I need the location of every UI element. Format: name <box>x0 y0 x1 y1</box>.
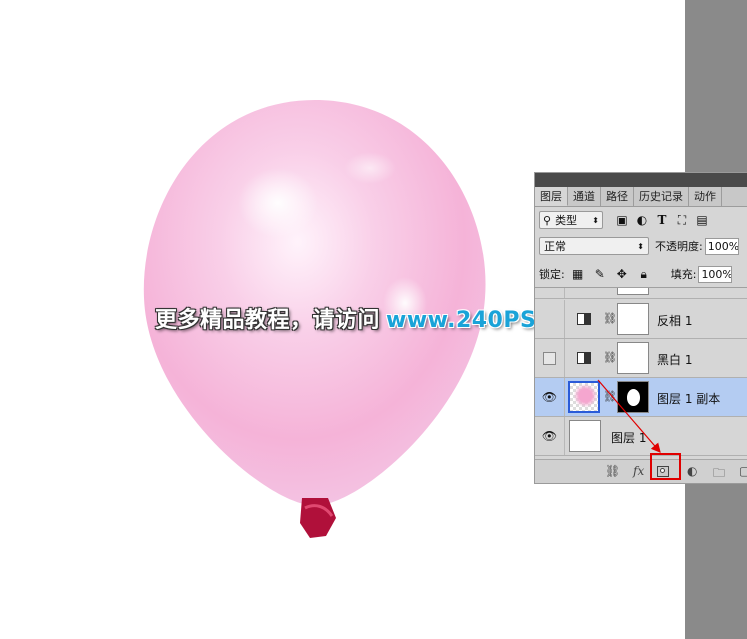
layer-row-partial[interactable] <box>535 288 747 299</box>
adjustment-filter-icon[interactable]: ◐ <box>635 213 649 227</box>
eye-icon[interactable]: 👁︎ <box>542 390 557 404</box>
adjustment-layer-icon <box>577 313 591 325</box>
link-icon[interactable]: ⛓︎ <box>603 312 617 325</box>
panel-tabs: 图层 通道 路径 历史记录 动作 <box>535 187 747 207</box>
eye-icon[interactable]: 👁︎ <box>542 429 557 443</box>
smart-object-filter-icon[interactable]: ▤ <box>695 213 709 227</box>
lock-row: 锁定: ▦ ✎ ✥ 🔒︎ 填充: 100% <box>539 263 747 285</box>
type-filter-icon[interactable]: T <box>655 213 669 227</box>
panel-title-bar[interactable] <box>535 173 747 187</box>
blend-mode-select[interactable]: 正常 ⬍ <box>539 237 649 255</box>
visibility-toggle[interactable] <box>535 300 565 338</box>
watermark-text: 更多精品教程，请访问 <box>155 308 381 333</box>
shape-filter-icon[interactable]: ⛶ <box>675 213 689 227</box>
search-icon: ⚲ <box>543 213 552 227</box>
spinner-icon: ⬍ <box>637 241 644 251</box>
lock-icons: ▦ ✎ ✥ 🔒︎ <box>571 267 651 282</box>
layer-name: 反相 1 <box>657 314 693 328</box>
layer-mask-thumbnail[interactable] <box>617 303 649 335</box>
visibility-toggle[interactable] <box>535 339 565 377</box>
opacity-label: 不透明度: <box>655 240 703 253</box>
fill-label: 填充: <box>670 268 697 281</box>
kind-filter-select[interactable]: ⚲ 类型 ⬍ <box>539 211 603 229</box>
layer-thumbnail[interactable] <box>569 420 601 452</box>
tab-paths[interactable]: 路径 <box>601 187 634 206</box>
filter-icons: ▣ ◐ T ⛶ ▤ <box>615 213 709 228</box>
fx-icon[interactable]: fx <box>633 464 644 478</box>
adjustment-layer-icon <box>577 352 591 364</box>
lock-image-icon[interactable]: ✎ <box>593 267 607 281</box>
tab-actions[interactable]: 动作 <box>689 187 722 206</box>
blend-mode-value: 正常 <box>544 240 566 253</box>
layer-name: 黑白 1 <box>657 353 693 367</box>
layer-row-layer1-copy[interactable]: 👁︎ ⛓︎ 图层 1 副本 <box>535 378 747 417</box>
layer-mask-thumbnail[interactable] <box>617 381 649 413</box>
tab-layers[interactable]: 图层 <box>535 187 568 206</box>
link-icon[interactable]: ⛓︎ <box>603 351 617 364</box>
tab-channels[interactable]: 通道 <box>568 187 601 206</box>
tab-history[interactable]: 历史记录 <box>634 187 689 206</box>
layer-mask-thumbnail[interactable] <box>617 342 649 374</box>
visibility-checkbox[interactable] <box>543 351 556 365</box>
layer-thumbnail <box>617 288 649 295</box>
layers-panel: 图层 通道 路径 历史记录 动作 ⚲ 类型 ⬍ ▣ ◐ T ⛶ ▤ 正常 ⬍ 不… <box>534 172 747 484</box>
blend-row: 正常 ⬍ 不透明度: 100% <box>539 235 747 257</box>
filter-row: ⚲ 类型 ⬍ ▣ ◐ T ⛶ ▤ <box>539 209 747 231</box>
image-filter-icon[interactable]: ▣ <box>615 213 629 227</box>
highlight-box <box>650 453 681 480</box>
layer-row-black-white[interactable]: ⛓︎ 黑白 1 <box>535 339 747 378</box>
lock-label: 锁定: <box>539 268 565 281</box>
visibility-toggle[interactable]: 👁︎ <box>535 417 565 455</box>
fill-input[interactable]: 100% <box>698 265 733 283</box>
lock-position-icon[interactable]: ✥ <box>615 267 629 281</box>
opacity-input[interactable]: 100% <box>704 237 739 255</box>
layers-list: ⛓︎ 反相 1 ⛓︎ 黑白 1 👁︎ ⛓︎ 图层 1 副本 👁︎ 图层 1 <box>535 287 747 459</box>
layer-thumbnail[interactable] <box>568 381 600 413</box>
visibility-toggle[interactable]: 👁︎ <box>535 378 565 416</box>
kind-filter-label: 类型 <box>555 214 578 227</box>
link-icon[interactable]: ⛓︎ <box>603 390 617 403</box>
new-group-icon[interactable]: 🗀︎ <box>713 464 725 485</box>
new-adjustment-icon[interactable]: ◐ <box>687 464 697 478</box>
spinner-icon: ⬍ <box>592 215 599 225</box>
lock-transparency-icon[interactable]: ▦ <box>571 267 585 281</box>
watermark: 更多精品教程，请访问 www.240PS.com <box>155 302 598 334</box>
layer-name: 图层 1 副本 <box>657 392 721 406</box>
link-layers-icon[interactable]: ⛓︎ <box>605 464 620 478</box>
lock-all-icon[interactable]: 🔒︎ <box>637 267 651 281</box>
new-layer-icon[interactable]: ▢ <box>739 464 747 478</box>
layer-row-invert[interactable]: ⛓︎ 反相 1 <box>535 300 747 339</box>
panel-bottom-bar: ⛓︎ fx ◐ 🗀︎ ▢ <box>535 459 747 483</box>
layer-name: 图层 1 <box>611 431 647 445</box>
layer-row-layer1[interactable]: 👁︎ 图层 1 <box>535 417 747 456</box>
visibility-toggle[interactable] <box>535 288 565 298</box>
